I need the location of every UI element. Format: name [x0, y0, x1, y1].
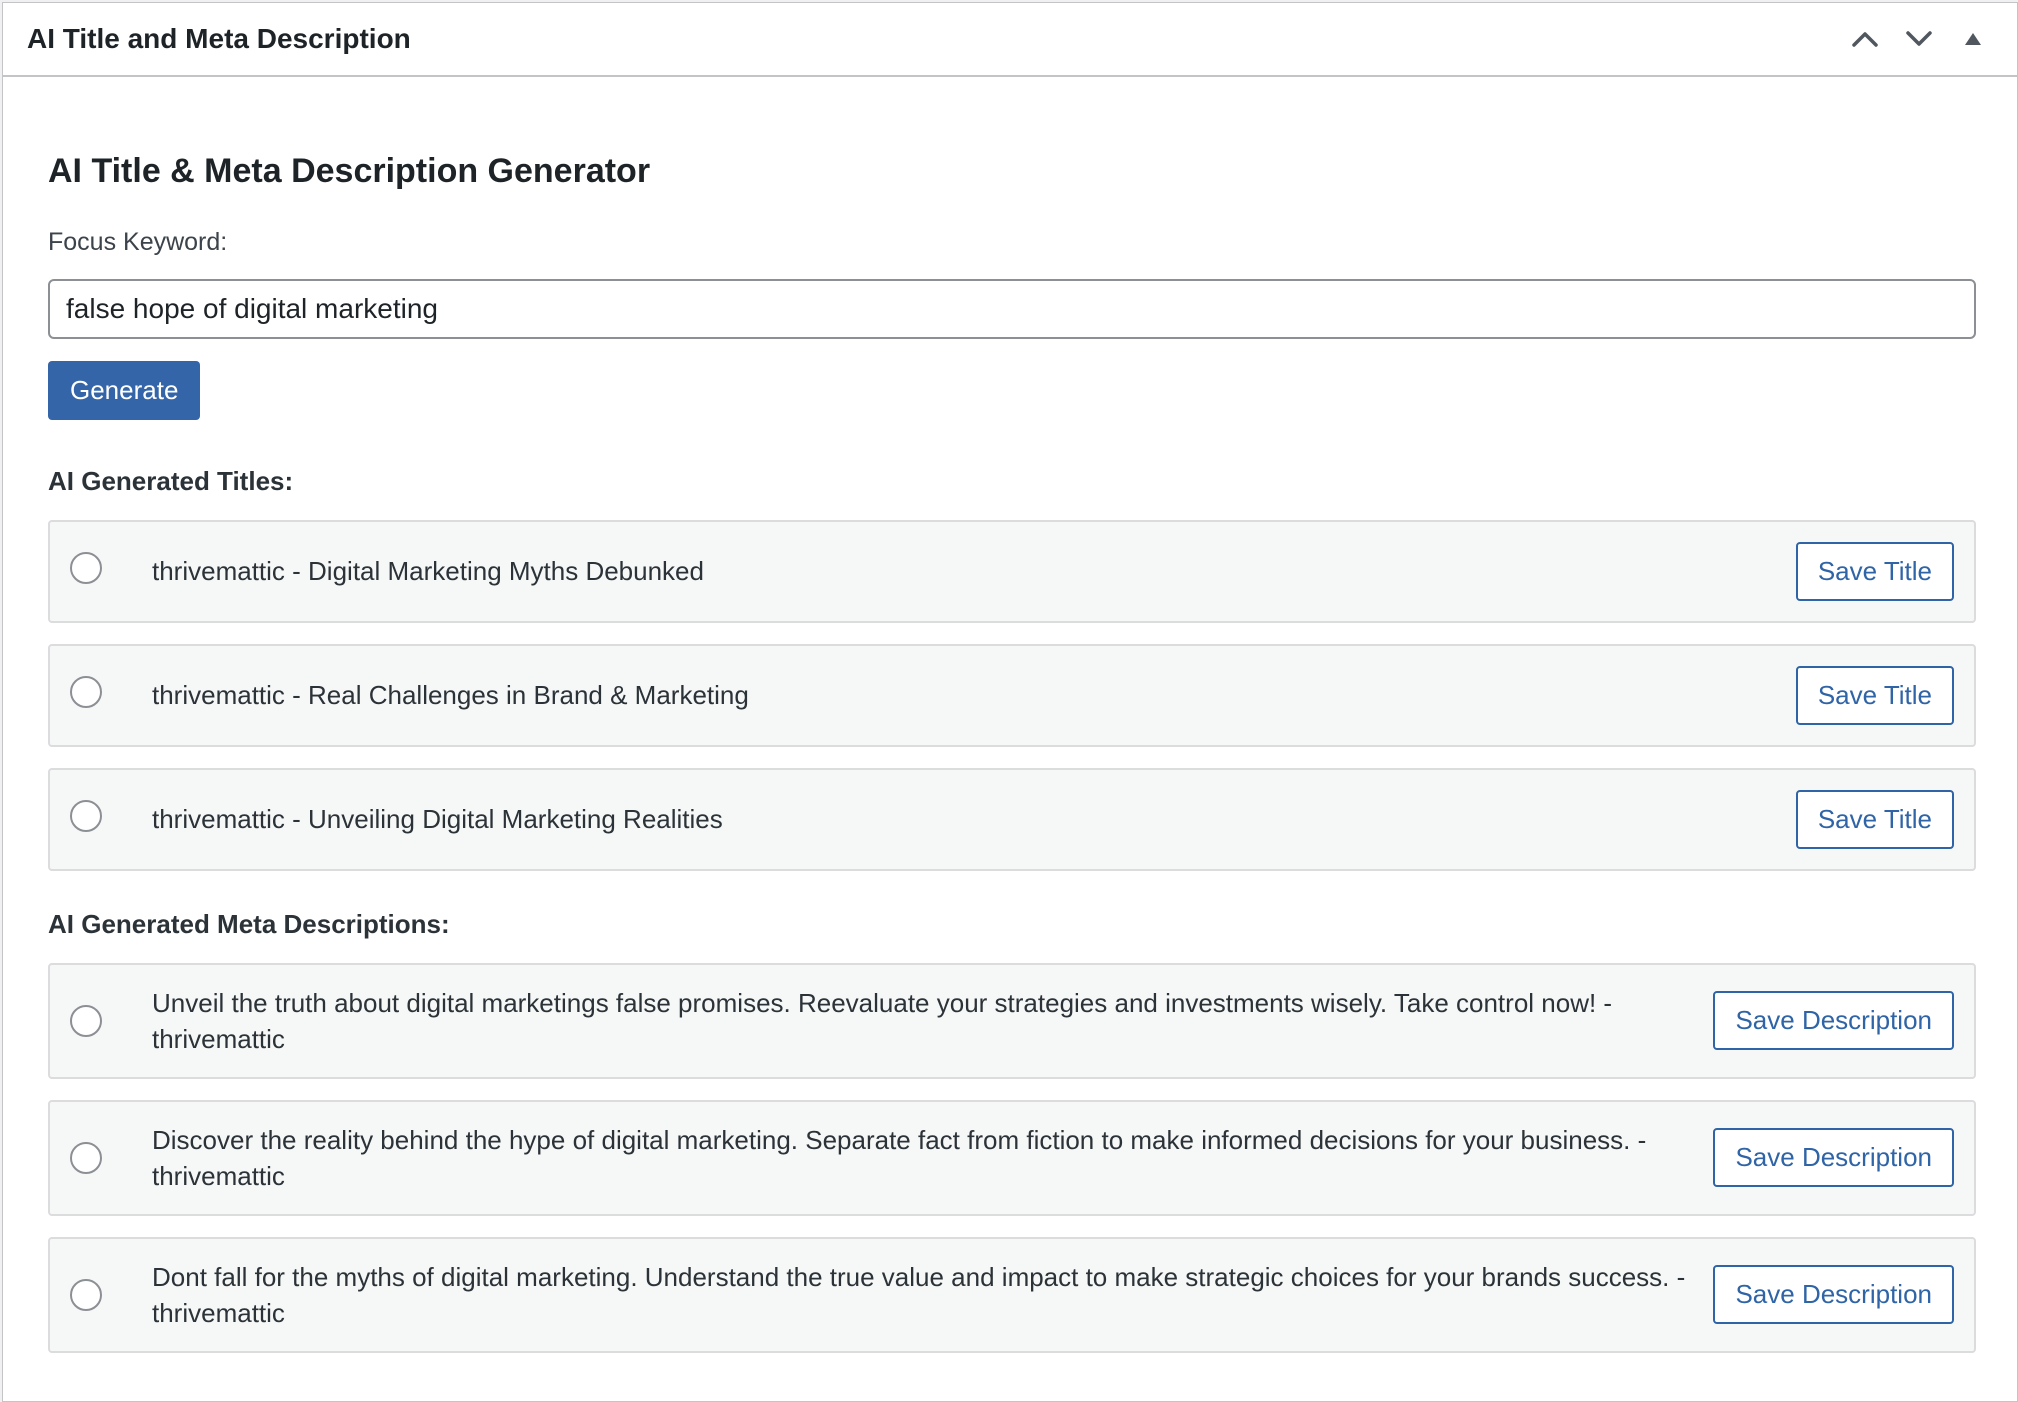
focus-keyword-input[interactable] — [48, 278, 1976, 339]
title-radio[interactable] — [70, 800, 102, 833]
description-radio[interactable] — [70, 1278, 102, 1311]
title-option-row: thrivemattic - Real Challenges in Brand … — [48, 643, 1976, 747]
description-radio[interactable] — [70, 1141, 102, 1174]
save-description-button[interactable]: Save Description — [1713, 1265, 1954, 1325]
description-option-text: Unveil the truth about digital marketing… — [152, 987, 1613, 1054]
metabox-title: AI Title and Meta Description — [27, 23, 411, 54]
generate-button[interactable]: Generate — [48, 360, 201, 420]
title-option-row: thrivemattic - Unveiling Digital Marketi… — [48, 767, 1976, 871]
save-title-button[interactable]: Save Title — [1795, 665, 1954, 725]
description-option-text: Dont fall for the myths of digital marke… — [152, 1261, 1686, 1328]
description-option-row: Unveil the truth about digital marketing… — [48, 962, 1976, 1079]
focus-keyword-label: Focus Keyword: — [48, 227, 228, 256]
title-option-text: thrivemattic - Digital Marketing Myths D… — [152, 556, 704, 587]
description-options: Unveil the truth about digital marketing… — [48, 962, 1976, 1353]
save-description-button[interactable]: Save Description — [1713, 1128, 1954, 1188]
metabox-header: AI Title and Meta Description — [3, 3, 2017, 77]
title-option-row: thrivemattic - Digital Marketing Myths D… — [48, 519, 1976, 623]
description-radio[interactable] — [70, 1004, 102, 1037]
metabox-controls — [1845, 19, 1993, 59]
triangle-up-icon[interactable] — [1953, 19, 1993, 59]
description-option-row: Dont fall for the myths of digital marke… — [48, 1236, 1976, 1353]
description-option-row: Discover the reality behind the hype of … — [48, 1099, 1976, 1216]
title-radio[interactable] — [70, 676, 102, 709]
save-title-button[interactable]: Save Title — [1795, 541, 1954, 601]
title-options: thrivemattic - Digital Marketing Myths D… — [48, 519, 1976, 871]
save-description-button[interactable]: Save Description — [1713, 991, 1954, 1051]
descriptions-heading: AI Generated Meta Descriptions: — [48, 908, 450, 939]
description-option-text: Discover the reality behind the hype of … — [152, 1124, 1647, 1191]
title-option-text: thrivemattic - Unveiling Digital Marketi… — [152, 804, 723, 835]
save-title-button[interactable]: Save Title — [1795, 789, 1954, 849]
generator-heading: AI Title & Meta Description Generator — [48, 152, 651, 190]
chevron-down-icon[interactable] — [1899, 19, 1939, 59]
title-radio[interactable] — [70, 552, 102, 585]
chevron-up-icon[interactable] — [1845, 19, 1885, 59]
metabox-content: AI Title & Meta Description Generator Fo… — [3, 151, 2017, 1353]
metabox: AI Title and Meta Description AI Title &… — [2, 2, 2018, 1402]
title-option-text: thrivemattic - Real Challenges in Brand … — [152, 680, 749, 711]
titles-heading: AI Generated Titles: — [48, 465, 294, 496]
